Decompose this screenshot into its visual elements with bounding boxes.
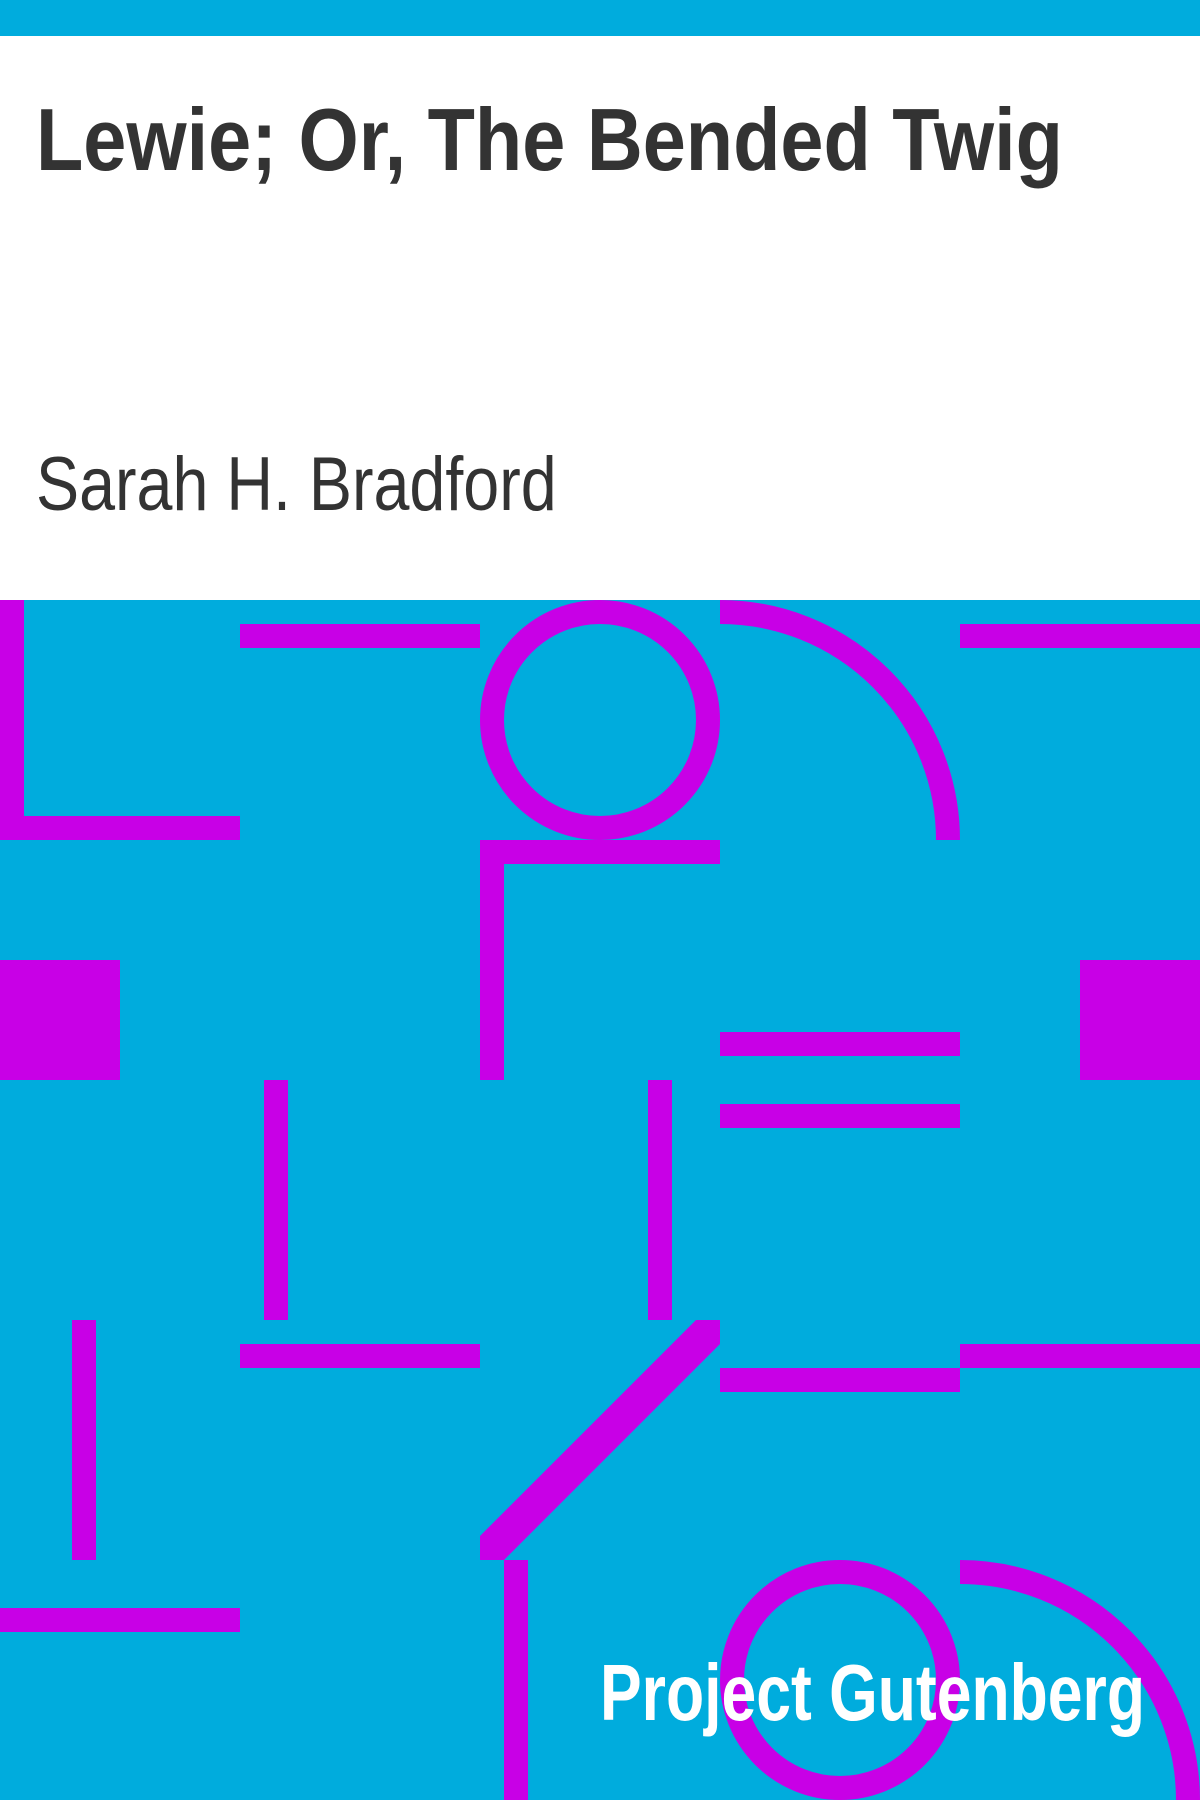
- pattern-left-vertical-bar: [0, 600, 24, 840]
- pattern-corner-vertical: [480, 840, 504, 1080]
- pattern-double-bar-bottom: [720, 1104, 960, 1128]
- pattern-double-bar-top: [720, 1032, 960, 1056]
- pattern-bottom-left-bar: [0, 1608, 240, 1632]
- pattern-top-bar-2: [960, 624, 1200, 648]
- pattern-square-left: [0, 960, 120, 1080]
- pattern-left-horizontal-bar: [0, 816, 240, 840]
- cover-pattern-art: Project Gutenberg: [0, 600, 1200, 1800]
- pattern-vertical-bar-a: [264, 1080, 288, 1320]
- publisher-logo-text: Project Gutenberg: [600, 1648, 1145, 1737]
- pattern-top-bar-1: [240, 624, 480, 648]
- pattern-square-right: [1080, 960, 1200, 1080]
- pattern-corner-horizontal: [480, 840, 720, 864]
- pattern-horizontal-bar-b: [720, 1368, 960, 1392]
- book-title: Lewie; Or, The Bended Twig: [36, 90, 1063, 189]
- pattern-vertical-bar-d: [504, 1560, 528, 1800]
- pattern-vertical-bar-b: [648, 1080, 672, 1320]
- book-author: Sarah H. Bradford: [36, 442, 557, 527]
- pattern-vertical-bar-c: [72, 1320, 96, 1560]
- top-accent-stripe: [0, 0, 1200, 36]
- book-cover: Lewie; Or, The Bended Twig Sarah H. Brad…: [0, 0, 1200, 1800]
- pattern-horizontal-bar-a: [240, 1344, 480, 1368]
- pattern-horizontal-bar-c: [960, 1344, 1200, 1368]
